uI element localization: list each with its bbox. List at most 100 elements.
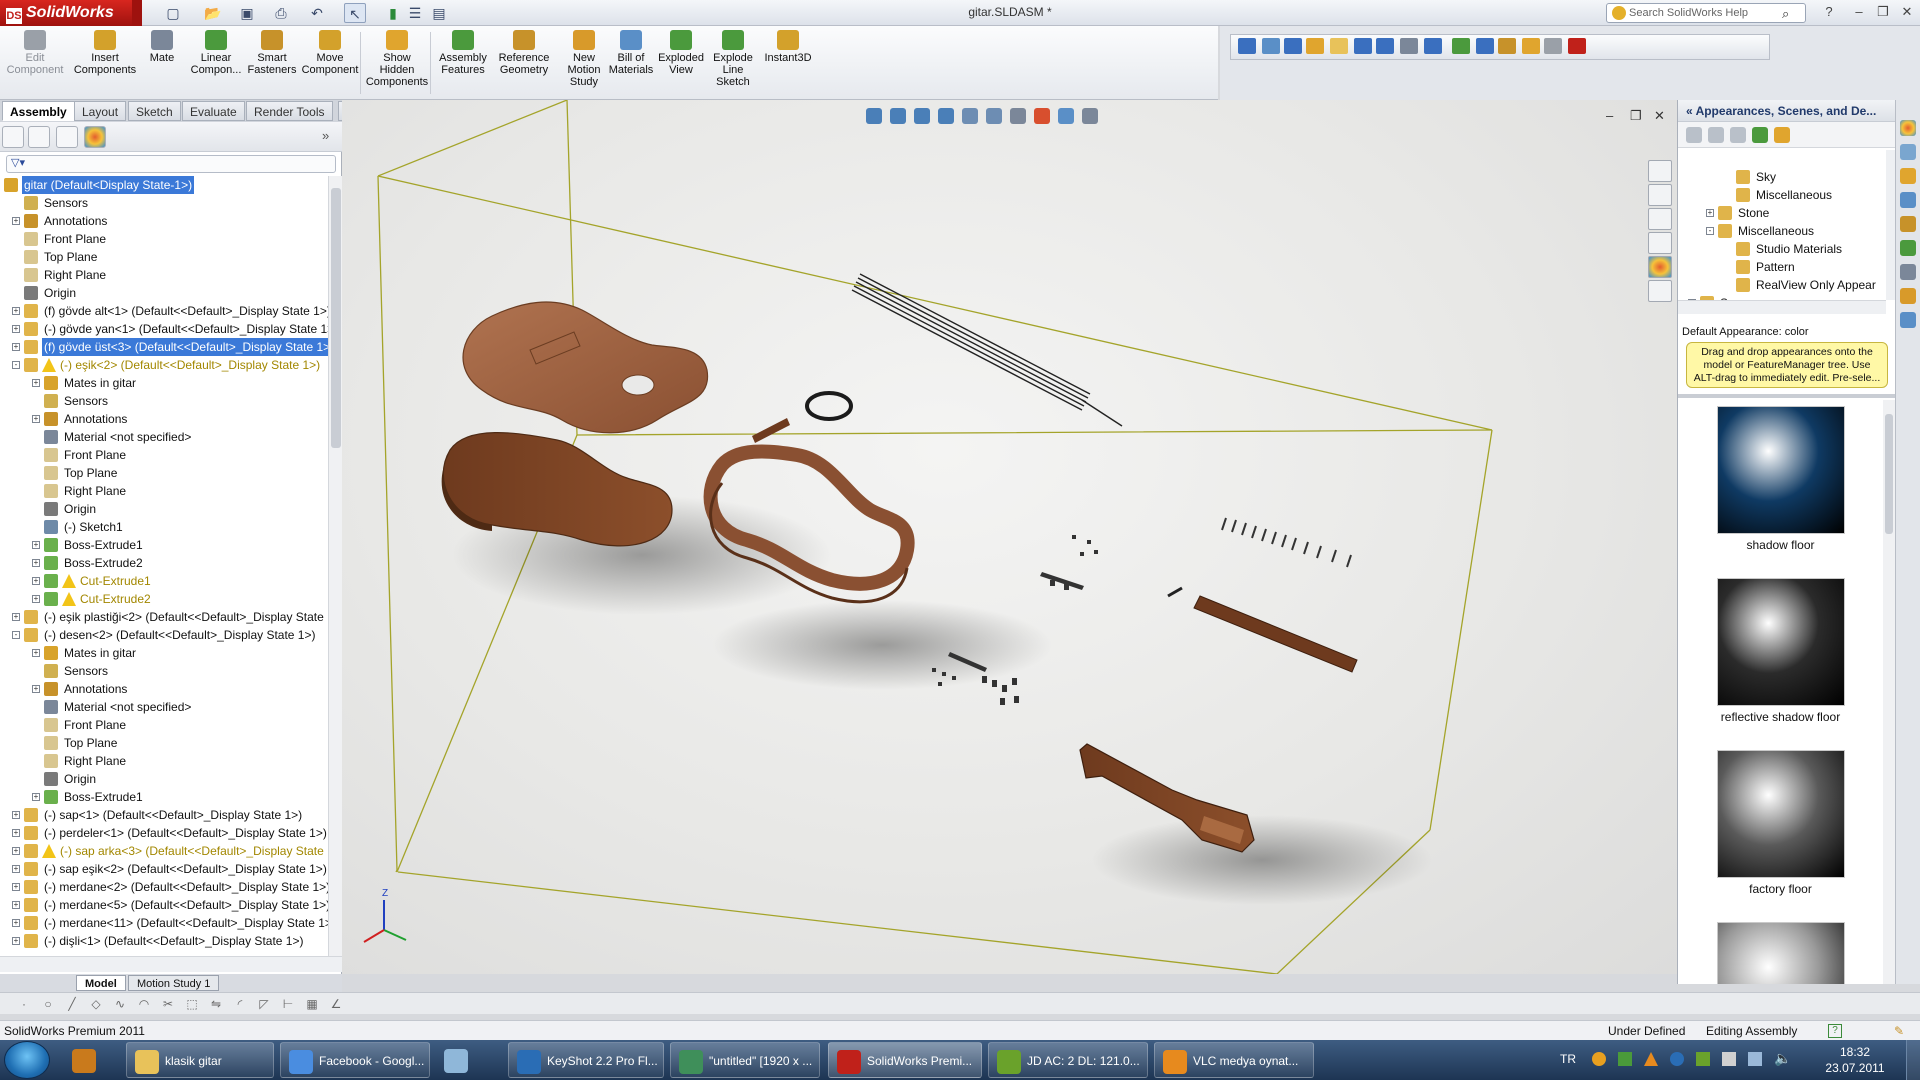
expand-toggle-icon[interactable]: +: [12, 811, 20, 819]
restore-window-button[interactable]: ❐: [1872, 4, 1894, 22]
home-icon[interactable]: [1648, 160, 1672, 182]
grid-icon[interactable]: ▦: [304, 996, 320, 1012]
tab-assembly[interactable]: Assembly: [2, 101, 75, 121]
tools-icon-8[interactable]: [1424, 38, 1442, 54]
hide-show-icon[interactable]: [1010, 108, 1026, 124]
view-settings-icon[interactable]: [1082, 108, 1098, 124]
viewport-minimize-button[interactable]: –: [1606, 108, 1613, 123]
command-button-9[interactable]: New Motion Study: [560, 30, 608, 98]
rebuild-icon[interactable]: ▮: [382, 3, 404, 23]
system-clock[interactable]: 18:32 23.07.2011: [1810, 1044, 1900, 1076]
appearances-side-icon[interactable]: [1900, 120, 1916, 136]
tree-item[interactable]: + (-) merdane<2> (Default<<Default>_Displ…: [0, 878, 328, 896]
rosette-ring-part[interactable]: [805, 391, 853, 421]
command-button-7[interactable]: Assembly Features: [436, 30, 490, 98]
viewport-restore-button[interactable]: ❐: [1630, 108, 1642, 124]
refresh-icon[interactable]: [1752, 127, 1768, 143]
toolbox-side-icon[interactable]: [1900, 216, 1916, 232]
tools-icon-10[interactable]: [1476, 38, 1494, 54]
expand-toggle-icon[interactable]: +: [32, 793, 40, 801]
fingerboard-part[interactable]: [1193, 595, 1358, 673]
new-document-icon[interactable]: ▢: [162, 3, 184, 23]
design-library-icon[interactable]: [1648, 184, 1672, 206]
tree-item[interactable]: Top Plane: [0, 734, 328, 752]
appearance-tree-item[interactable]: Miscellaneous: [1678, 186, 1886, 204]
tree-item[interactable]: -gitar (Default<Display State-1>): [0, 176, 328, 194]
tree-horizontal-scrollbar[interactable]: [0, 956, 342, 972]
expand-toggle-icon[interactable]: +: [12, 937, 20, 945]
appearance-tree-item[interactable]: Studio Materials: [1678, 240, 1886, 258]
close-window-button[interactable]: ✕: [1896, 4, 1918, 22]
forward-icon[interactable]: [1708, 127, 1724, 143]
status-help-icon[interactable]: ?: [1828, 1024, 1842, 1038]
tree-item[interactable]: + Mates in gitar: [0, 374, 328, 392]
tree-scroll-thumb[interactable]: [331, 188, 341, 448]
tree-item[interactable]: + Annotations: [0, 212, 328, 230]
tools-icon-14[interactable]: [1568, 38, 1586, 54]
appearance-swatch[interactable]: reflective shadow floor: [1678, 578, 1883, 724]
bridge-part[interactable]: [752, 418, 790, 443]
offset-icon[interactable]: ⬚: [184, 996, 200, 1012]
command-button-4[interactable]: Smart Fasteners: [244, 30, 300, 98]
add-folder-icon[interactable]: [1730, 127, 1746, 143]
graphics-area[interactable]: Z: [342, 99, 1677, 975]
command-button-10[interactable]: Bill of Materials: [604, 30, 658, 98]
select-arrow-icon[interactable]: ↖: [344, 3, 366, 23]
appearance-tree-item[interactable]: Pattern: [1678, 258, 1886, 276]
tree-item[interactable]: Front Plane: [0, 716, 328, 734]
polygon-icon[interactable]: ◇: [88, 996, 104, 1012]
tools-icon-9[interactable]: [1452, 38, 1470, 54]
menu-pin-arrow-icon[interactable]: [132, 0, 142, 26]
expand-toggle-icon[interactable]: +: [12, 343, 20, 351]
expand-toggle-icon[interactable]: +: [12, 307, 20, 315]
save-icon[interactable]: ▣: [236, 3, 258, 23]
tree-item[interactable]: + Boss-Extrude2: [0, 554, 328, 572]
tray-power-icon[interactable]: [1722, 1052, 1736, 1066]
undo-icon[interactable]: ↶: [306, 3, 328, 23]
tree-item[interactable]: + Boss-Extrude1: [0, 788, 328, 806]
tray-volume-icon[interactable]: 🔈: [1774, 1050, 1791, 1067]
command-button-2[interactable]: Mate: [140, 30, 184, 98]
appearance-tree-item[interactable]: + Stone: [1678, 204, 1886, 222]
point-icon[interactable]: ·: [16, 996, 32, 1012]
taskbar-item[interactable]: Facebook - Googl...: [280, 1042, 430, 1078]
appearance-tree-item[interactable]: Sky: [1678, 168, 1886, 186]
taskbar-item[interactable]: SolidWorks Premi...: [828, 1042, 982, 1078]
tools-icon-3[interactable]: [1306, 38, 1324, 54]
line-icon[interactable]: ╱: [64, 996, 80, 1012]
spline-icon[interactable]: ∿: [112, 996, 128, 1012]
tools-icon-12[interactable]: [1522, 38, 1540, 54]
expand-toggle-icon[interactable]: +: [12, 865, 20, 873]
appearance-swatch[interactable]: shadow floor: [1678, 406, 1883, 552]
tree-item[interactable]: - (-) eşik<2> (Default<<Default>_Display …: [0, 356, 328, 374]
zoom-area-icon[interactable]: [890, 108, 906, 124]
tree-vertical-scrollbar[interactable]: [328, 176, 342, 956]
expand-toggle-icon[interactable]: +: [12, 829, 20, 837]
search-magnifier-icon[interactable]: ⌕: [1782, 6, 1789, 22]
appearance-tree-item[interactable]: RealView Only Appear: [1678, 276, 1886, 294]
gallery-scrollbar[interactable]: [1883, 400, 1895, 984]
mirror-icon[interactable]: ⇋: [208, 996, 224, 1012]
tree-item[interactable]: + (f) gövde alt<1> (Default<<Default>_Dis…: [0, 302, 328, 320]
tree-item[interactable]: + Annotations: [0, 680, 328, 698]
tools-icon-0[interactable]: [1238, 38, 1256, 54]
solidworks-menu-button[interactable]: DS SolidWorks: [0, 0, 132, 26]
featuremanager-tree-icon[interactable]: [2, 126, 24, 148]
tab-layout[interactable]: Layout: [74, 101, 127, 121]
tree-item[interactable]: + (-) sap<1> (Default<<Default>_Display S…: [0, 806, 328, 824]
command-button-3[interactable]: Linear Compon...: [188, 30, 244, 98]
tree-item[interactable]: + Boss-Extrude1: [0, 536, 328, 554]
appearance-tree-hscroll[interactable]: [1678, 300, 1886, 314]
tab-sketch[interactable]: Sketch: [128, 101, 181, 121]
model-tab-model[interactable]: Model: [76, 975, 126, 991]
tools-icon-13[interactable]: [1544, 38, 1562, 54]
expand-toggle-icon[interactable]: +: [12, 883, 20, 891]
expand-toggle-icon[interactable]: +: [12, 919, 20, 927]
properties-side-icon[interactable]: [1900, 288, 1916, 304]
appearance-tree-item[interactable]: - Miscellaneous: [1678, 222, 1886, 240]
tray-flag-icon[interactable]: [1748, 1052, 1762, 1066]
expand-toggle-icon[interactable]: +: [32, 541, 40, 549]
edit-appearance-icon[interactable]: [1034, 108, 1050, 124]
expand-toggle-icon[interactable]: +: [12, 847, 20, 855]
previous-view-icon[interactable]: [914, 108, 930, 124]
